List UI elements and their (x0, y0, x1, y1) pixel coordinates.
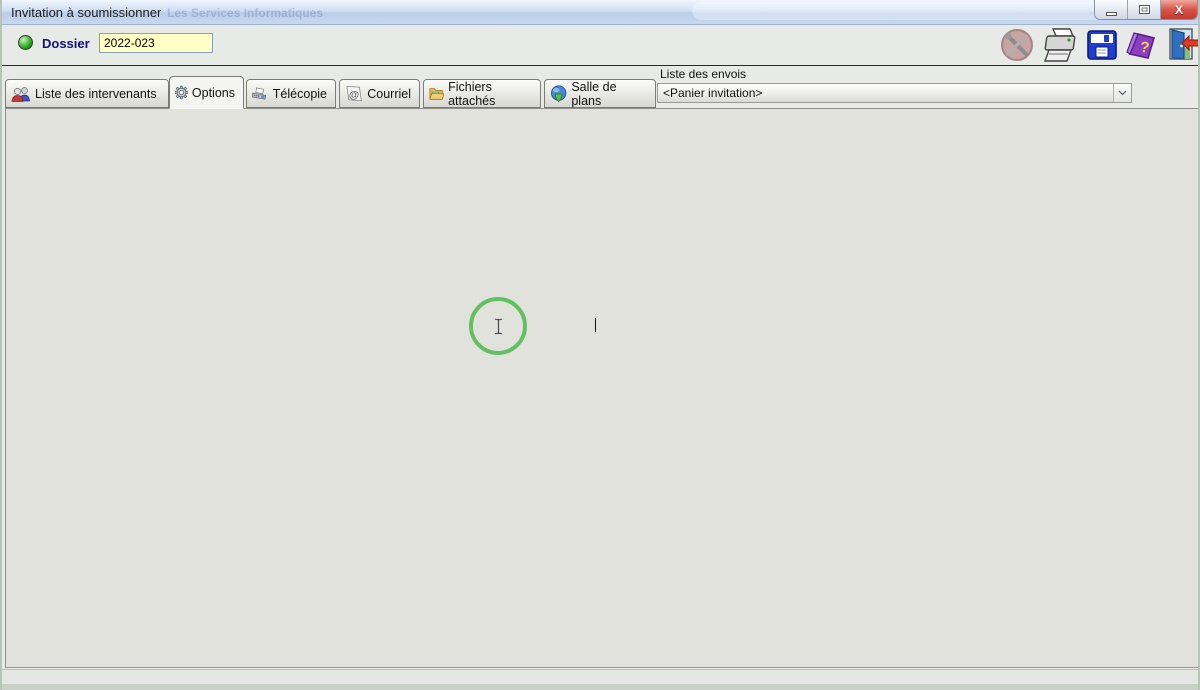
maximize-button[interactable] (1128, 0, 1161, 19)
liste-des-envois-combo[interactable]: <Panier invitation> (657, 83, 1132, 103)
minimize-icon (1106, 12, 1117, 16)
tab-options[interactable]: Options (169, 76, 244, 109)
exit-icon[interactable] (1162, 26, 1200, 64)
maximize-icon (1139, 5, 1150, 14)
text-caret (595, 318, 596, 332)
titlebar-streak (692, 2, 1112, 20)
dossier-label: Dossier (42, 36, 90, 51)
printer-icon[interactable] (1040, 27, 1080, 65)
people-icon (11, 86, 31, 102)
options-tab-panel (5, 108, 1199, 668)
tab-fichiers-attaches[interactable]: Fichiers attachés (423, 79, 541, 108)
close-icon: X (1175, 3, 1183, 17)
tab-telecopie[interactable]: Télécopie (246, 79, 336, 108)
tab-label: Courriel (367, 87, 411, 101)
tab-label: Options (192, 86, 235, 100)
dossier-input[interactable] (99, 33, 213, 53)
svg-text:@: @ (349, 89, 359, 101)
tools-icon[interactable] (999, 27, 1035, 63)
window-controls: X (1094, 0, 1198, 20)
minimize-button[interactable] (1095, 0, 1128, 19)
background-window-title: Les Services Informatiques (167, 6, 323, 20)
tab-label: Télécopie (273, 87, 327, 101)
title-bar: Les Services Informatiques Invitation à … (2, 0, 1200, 25)
save-icon[interactable] (1087, 30, 1117, 60)
at-icon: @ (345, 85, 363, 102)
tab-liste-des-intervenants[interactable]: Liste des intervenants (5, 79, 169, 108)
help-icon[interactable]: ? (1124, 28, 1158, 62)
window-bottom-edge (2, 684, 1200, 690)
toolbar: Dossier ? (2, 25, 1200, 66)
tab-salle-de-plans[interactable]: Salle de plans (544, 79, 656, 108)
fax-icon (252, 85, 269, 102)
application-window: Les Services Informatiques Invitation à … (0, 0, 1200, 690)
gear-icon (175, 84, 188, 101)
folder-icon (429, 85, 444, 102)
globe-icon (550, 85, 567, 103)
liste-des-envois-label: Liste des envois (660, 67, 746, 81)
status-led (18, 35, 33, 50)
combo-value: <Panier invitation> (658, 84, 1113, 102)
tab-label: Salle de plans (571, 80, 647, 108)
tab-label: Liste des intervenants (35, 87, 157, 101)
tab-label: Fichiers attachés (448, 80, 532, 108)
close-button[interactable]: X (1161, 0, 1197, 19)
tab-courriel[interactable]: @ Courriel (339, 79, 420, 108)
window-title: Invitation à soumissionner (11, 5, 161, 20)
chevron-down-icon[interactable] (1113, 84, 1131, 102)
